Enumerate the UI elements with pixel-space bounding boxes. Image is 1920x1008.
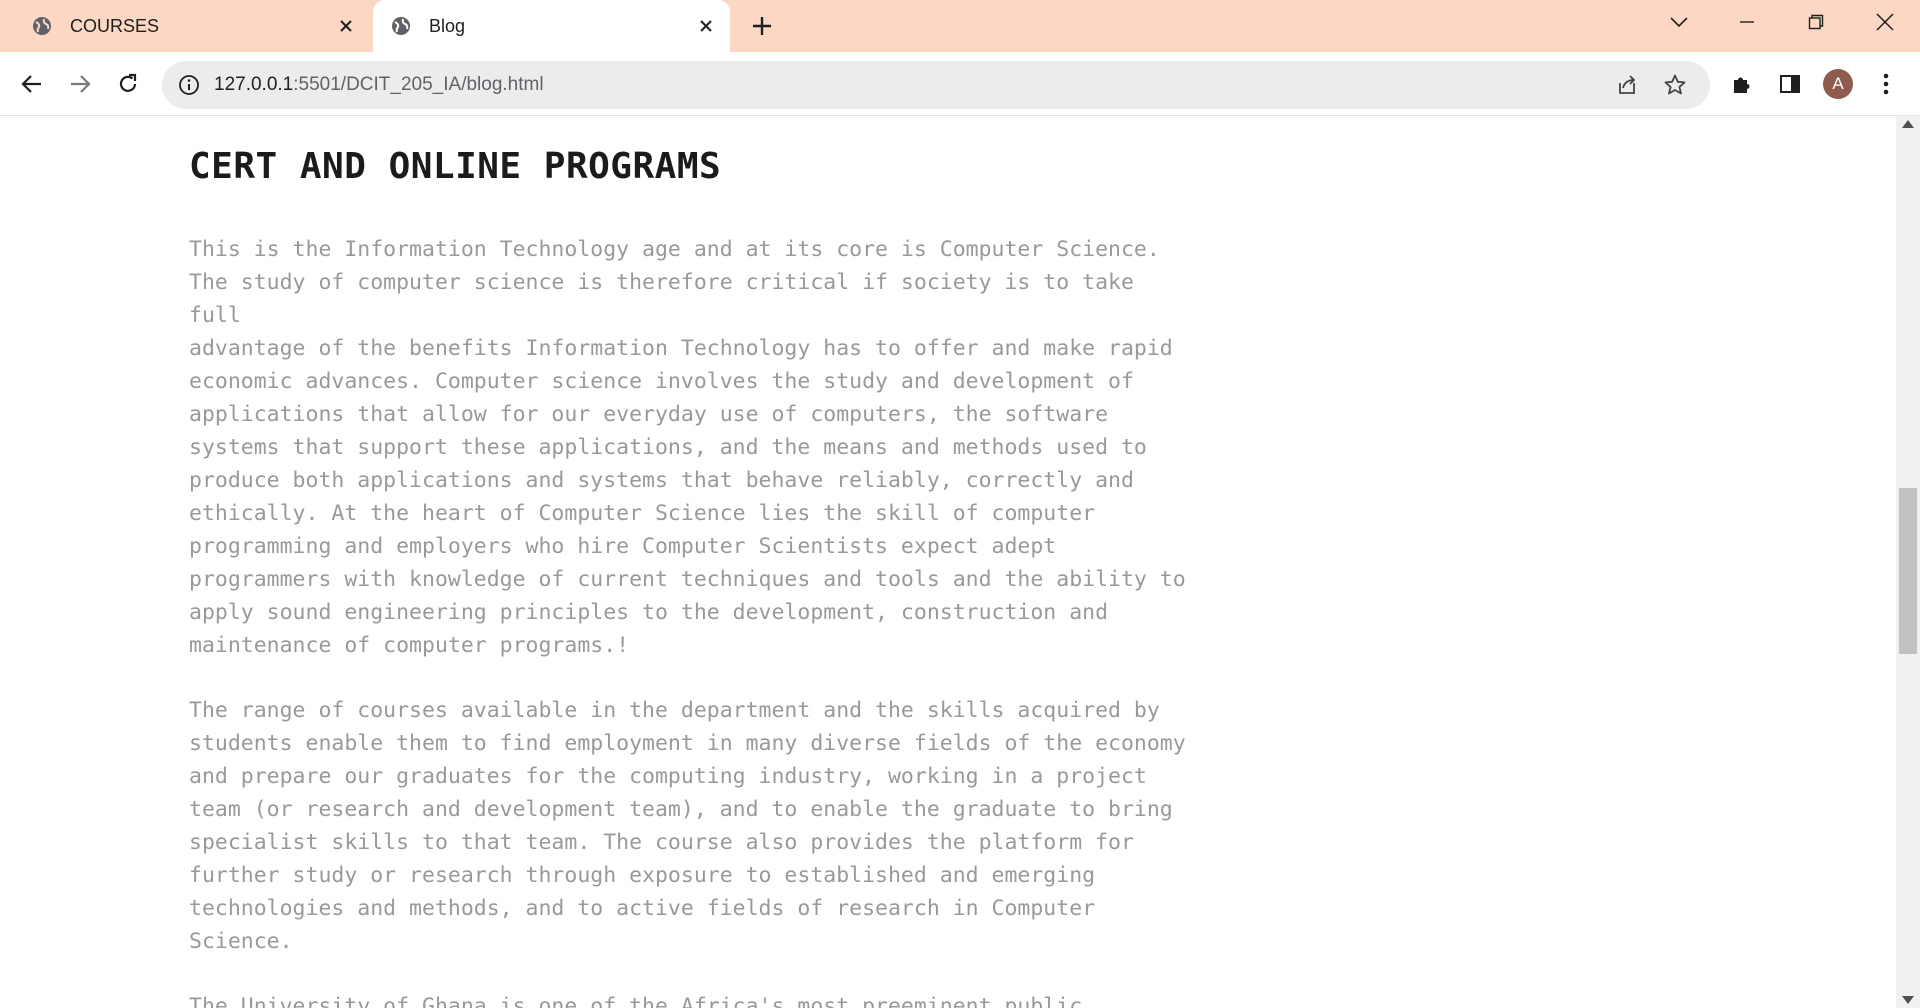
plus-icon [753,17,771,35]
globe-icon [391,16,411,36]
tab-title: Blog [429,15,466,36]
tab-blog[interactable]: Blog [373,0,730,52]
close-window-button[interactable] [1856,0,1914,44]
reload-icon [119,73,137,92]
close-icon [1876,13,1894,31]
page-title: CERT AND ONLINE PROGRAMS [189,146,722,187]
tab-strip: COURSES Blog [0,0,1920,52]
url-path: :5501/DCIT_205_IA/blog.html [293,74,544,95]
arrow-left-icon [21,75,41,93]
puzzle-icon [1734,77,1750,93]
forward-button[interactable] [62,66,98,102]
browser-toolbar: 127.0.0.1:5501/DCIT_205_IA/blog.html A [0,52,1920,116]
tab-title: COURSES [70,15,160,36]
profile-button[interactable]: A [1820,66,1856,102]
vertical-scrollbar[interactable] [1896,116,1920,1008]
menu-button[interactable] [1868,66,1904,102]
globe-icon [32,16,52,36]
side-panel-button[interactable] [1772,66,1808,102]
bookmark-star-icon[interactable] [1662,72,1688,98]
chevron-down-icon [1670,17,1688,28]
scrollbar-thumb[interactable] [1899,488,1917,654]
back-button[interactable] [14,66,50,102]
tab-search-button[interactable] [1650,0,1708,44]
url-text[interactable]: 127.0.0.1:5501/DCIT_205_IA/blog.html [214,74,1614,96]
scroll-up-arrow-icon[interactable] [1902,120,1914,128]
close-tab-icon[interactable] [336,16,356,36]
page-viewport: CERT AND ONLINE PROGRAMS This is the Inf… [0,116,1920,1008]
url-host: 127.0.0.1 [214,74,294,95]
restore-icon [1808,14,1824,30]
extensions-button[interactable] [1724,66,1760,102]
tab-courses[interactable]: COURSES [14,0,370,52]
arrow-right-icon [71,75,91,93]
avatar: A [1823,69,1853,99]
share-icon[interactable] [1614,72,1640,98]
site-info-icon[interactable] [178,74,200,96]
side-panel-icon [1780,75,1800,93]
scroll-down-arrow-icon[interactable] [1902,996,1914,1004]
paragraph-university: The University of Ghana is one of the Af… [189,994,1083,1008]
address-bar[interactable]: 127.0.0.1:5501/DCIT_205_IA/blog.html [162,61,1710,109]
blog-content: CERT AND ONLINE PROGRAMS This is the Inf… [189,146,1189,1008]
paragraph-courses: The range of courses available in the de… [189,698,1186,954]
kebab-menu-icon [1883,73,1889,95]
minimize-button[interactable] [1718,0,1776,44]
paragraph-intro: This is the Information Technology age a… [189,237,1186,658]
close-tab-icon[interactable] [696,16,716,36]
restore-button[interactable] [1787,0,1845,44]
minimize-icon [1740,21,1754,23]
reload-button[interactable] [110,66,146,102]
new-tab-button[interactable] [748,12,776,40]
